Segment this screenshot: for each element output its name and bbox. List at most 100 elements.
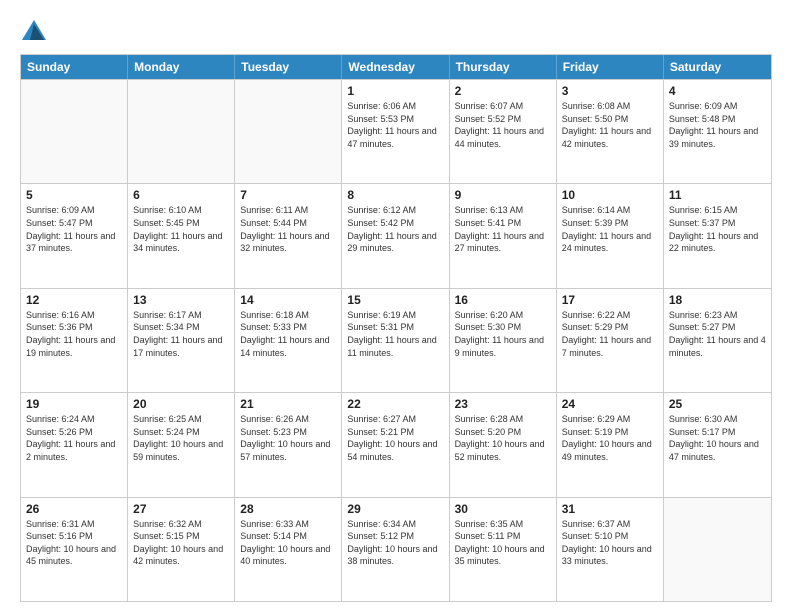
cal-cell: 30 Sunrise: 6:35 AMSunset: 5:11 PMDayligh… (450, 498, 557, 601)
cal-cell: 20 Sunrise: 6:25 AMSunset: 5:24 PMDayligh… (128, 393, 235, 496)
day-number: 7 (240, 188, 336, 202)
cal-cell: 1 Sunrise: 6:06 AMSunset: 5:53 PMDaylight… (342, 80, 449, 183)
day-number: 29 (347, 502, 443, 516)
day-number: 11 (669, 188, 766, 202)
cell-info: Sunrise: 6:34 AMSunset: 5:12 PMDaylight:… (347, 518, 443, 568)
day-header-thursday: Thursday (450, 55, 557, 79)
cell-info: Sunrise: 6:28 AMSunset: 5:20 PMDaylight:… (455, 413, 551, 463)
day-number: 26 (26, 502, 122, 516)
cal-cell: 21Sunrise: 6:26 AMSunset: 5:23 PMDayligh… (235, 393, 342, 496)
week-row-0: 1 Sunrise: 6:06 AMSunset: 5:53 PMDaylight… (21, 79, 771, 183)
cell-info: Sunrise: 6:13 AMSunset: 5:41 PMDaylight:… (455, 204, 551, 254)
week-row-3: 19 Sunrise: 6:24 AMSunset: 5:26 PMDayligh… (21, 392, 771, 496)
cal-cell (128, 80, 235, 183)
day-number: 8 (347, 188, 443, 202)
cell-info: Sunrise: 6:18 AMSunset: 5:33 PMDaylight:… (240, 309, 336, 359)
cell-info: Sunrise: 6:22 AMSunset: 5:29 PMDaylight:… (562, 309, 658, 359)
day-number: 10 (562, 188, 658, 202)
cell-info: Sunrise: 6:23 AMSunset: 5:27 PMDaylight:… (669, 309, 766, 359)
day-number: 21 (240, 397, 336, 411)
cal-cell: 15 Sunrise: 6:19 AMSunset: 5:31 PMDayligh… (342, 289, 449, 392)
cell-info: Sunrise: 6:17 AMSunset: 5:34 PMDaylight:… (133, 309, 229, 359)
calendar: SundayMondayTuesdayWednesdayThursdayFrid… (20, 54, 772, 602)
cal-cell (664, 498, 771, 601)
cell-info: Sunrise: 6:11 AMSunset: 5:44 PMDaylight:… (240, 204, 336, 254)
day-header-tuesday: Tuesday (235, 55, 342, 79)
day-number: 28 (240, 502, 336, 516)
week-row-1: 5 Sunrise: 6:09 AMSunset: 5:47 PMDaylight… (21, 183, 771, 287)
week-row-4: 26 Sunrise: 6:31 AMSunset: 5:16 PMDayligh… (21, 497, 771, 601)
cal-cell: 3Sunrise: 6:08 AMSunset: 5:50 PMDaylight… (557, 80, 664, 183)
cell-info: Sunrise: 6:08 AMSunset: 5:50 PMDaylight:… (562, 100, 658, 150)
cal-cell: 14Sunrise: 6:18 AMSunset: 5:33 PMDayligh… (235, 289, 342, 392)
day-header-monday: Monday (128, 55, 235, 79)
cal-cell: 31Sunrise: 6:37 AMSunset: 5:10 PMDayligh… (557, 498, 664, 601)
cell-info: Sunrise: 6:20 AMSunset: 5:30 PMDaylight:… (455, 309, 551, 359)
cal-cell: 16 Sunrise: 6:20 AMSunset: 5:30 PMDayligh… (450, 289, 557, 392)
week-row-2: 12 Sunrise: 6:16 AMSunset: 5:36 PMDayligh… (21, 288, 771, 392)
cal-cell: 22 Sunrise: 6:27 AMSunset: 5:21 PMDayligh… (342, 393, 449, 496)
day-header-sunday: Sunday (21, 55, 128, 79)
cal-cell: 26 Sunrise: 6:31 AMSunset: 5:16 PMDayligh… (21, 498, 128, 601)
cal-cell: 28Sunrise: 6:33 AMSunset: 5:14 PMDayligh… (235, 498, 342, 601)
logo-icon (20, 18, 48, 46)
day-number: 1 (347, 84, 443, 98)
day-number: 16 (455, 293, 551, 307)
cell-info: Sunrise: 6:27 AMSunset: 5:21 PMDaylight:… (347, 413, 443, 463)
cal-cell: 19 Sunrise: 6:24 AMSunset: 5:26 PMDayligh… (21, 393, 128, 496)
day-number: 13 (133, 293, 229, 307)
day-number: 6 (133, 188, 229, 202)
day-number: 24 (562, 397, 658, 411)
day-number: 31 (562, 502, 658, 516)
day-number: 22 (347, 397, 443, 411)
cell-info: Sunrise: 6:19 AMSunset: 5:31 PMDaylight:… (347, 309, 443, 359)
day-number: 20 (133, 397, 229, 411)
cell-info: Sunrise: 6:25 AMSunset: 5:24 PMDaylight:… (133, 413, 229, 463)
day-number: 23 (455, 397, 551, 411)
cal-cell: 6 Sunrise: 6:10 AMSunset: 5:45 PMDaylight… (128, 184, 235, 287)
cell-info: Sunrise: 6:16 AMSunset: 5:36 PMDaylight:… (26, 309, 122, 359)
cell-info: Sunrise: 6:09 AMSunset: 5:47 PMDaylight:… (26, 204, 122, 254)
page: SundayMondayTuesdayWednesdayThursdayFrid… (0, 0, 792, 612)
cal-cell: 12 Sunrise: 6:16 AMSunset: 5:36 PMDayligh… (21, 289, 128, 392)
cell-info: Sunrise: 6:14 AMSunset: 5:39 PMDaylight:… (562, 204, 658, 254)
day-number: 15 (347, 293, 443, 307)
day-header-wednesday: Wednesday (342, 55, 449, 79)
day-number: 17 (562, 293, 658, 307)
day-number: 27 (133, 502, 229, 516)
cal-cell: 13 Sunrise: 6:17 AMSunset: 5:34 PMDayligh… (128, 289, 235, 392)
cell-info: Sunrise: 6:10 AMSunset: 5:45 PMDaylight:… (133, 204, 229, 254)
cal-cell: 25Sunrise: 6:30 AMSunset: 5:17 PMDayligh… (664, 393, 771, 496)
cell-info: Sunrise: 6:15 AMSunset: 5:37 PMDaylight:… (669, 204, 766, 254)
day-number: 9 (455, 188, 551, 202)
cal-cell: 29 Sunrise: 6:34 AMSunset: 5:12 PMDayligh… (342, 498, 449, 601)
cell-info: Sunrise: 6:24 AMSunset: 5:26 PMDaylight:… (26, 413, 122, 463)
cal-cell: 23 Sunrise: 6:28 AMSunset: 5:20 PMDayligh… (450, 393, 557, 496)
cal-cell: 10 Sunrise: 6:14 AMSunset: 5:39 PMDayligh… (557, 184, 664, 287)
calendar-body: 1 Sunrise: 6:06 AMSunset: 5:53 PMDaylight… (21, 79, 771, 601)
cal-cell: 7 Sunrise: 6:11 AMSunset: 5:44 PMDaylight… (235, 184, 342, 287)
day-header-saturday: Saturday (664, 55, 771, 79)
cal-cell (21, 80, 128, 183)
day-number: 2 (455, 84, 551, 98)
cal-cell: 9 Sunrise: 6:13 AMSunset: 5:41 PMDaylight… (450, 184, 557, 287)
day-number: 5 (26, 188, 122, 202)
cal-cell: 11 Sunrise: 6:15 AMSunset: 5:37 PMDayligh… (664, 184, 771, 287)
day-number: 25 (669, 397, 766, 411)
cal-cell: 8Sunrise: 6:12 AMSunset: 5:42 PMDaylight… (342, 184, 449, 287)
cal-cell: 17 Sunrise: 6:22 AMSunset: 5:29 PMDayligh… (557, 289, 664, 392)
cell-info: Sunrise: 6:32 AMSunset: 5:15 PMDaylight:… (133, 518, 229, 568)
day-number: 30 (455, 502, 551, 516)
cell-info: Sunrise: 6:35 AMSunset: 5:11 PMDaylight:… (455, 518, 551, 568)
cell-info: Sunrise: 6:29 AMSunset: 5:19 PMDaylight:… (562, 413, 658, 463)
cell-info: Sunrise: 6:31 AMSunset: 5:16 PMDaylight:… (26, 518, 122, 568)
cal-cell: 2 Sunrise: 6:07 AMSunset: 5:52 PMDaylight… (450, 80, 557, 183)
logo (20, 18, 52, 46)
cell-info: Sunrise: 6:06 AMSunset: 5:53 PMDaylight:… (347, 100, 443, 150)
day-number: 19 (26, 397, 122, 411)
cell-info: Sunrise: 6:07 AMSunset: 5:52 PMDaylight:… (455, 100, 551, 150)
cal-cell: 24 Sunrise: 6:29 AMSunset: 5:19 PMDayligh… (557, 393, 664, 496)
day-number: 4 (669, 84, 766, 98)
day-number: 12 (26, 293, 122, 307)
cal-cell: 4Sunrise: 6:09 AMSunset: 5:48 PMDaylight… (664, 80, 771, 183)
